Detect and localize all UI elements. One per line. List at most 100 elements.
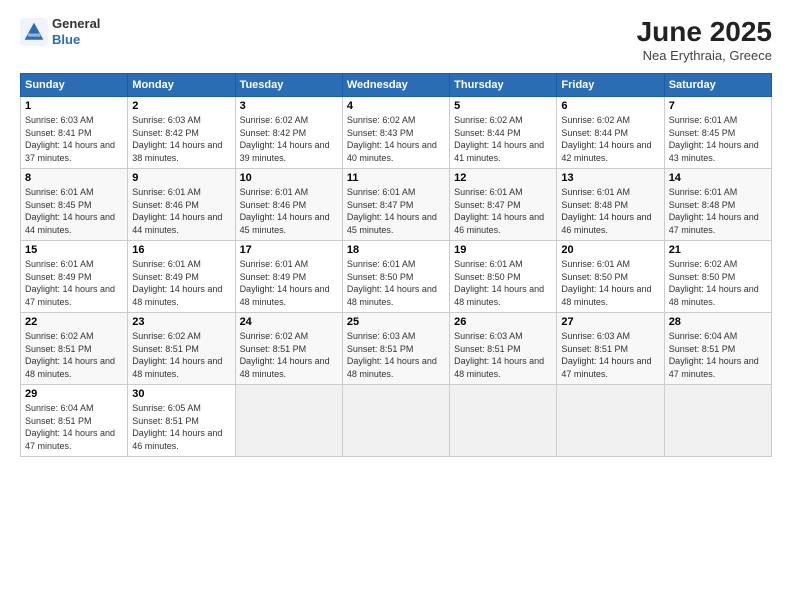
day-content: Sunrise: 6:02 AMSunset: 8:44 PMDaylight:… [561,114,659,164]
calendar-cell: 26 Sunrise: 6:03 AMSunset: 8:51 PMDayligh… [450,313,557,385]
day-content: Sunrise: 6:05 AMSunset: 8:51 PMDaylight:… [132,402,230,452]
calendar-cell: 2 Sunrise: 6:03 AMSunset: 8:42 PMDaylight… [128,97,235,169]
day-number: 26 [454,316,552,328]
day-content: Sunrise: 6:01 AMSunset: 8:49 PMDaylight:… [240,258,338,308]
day-number: 9 [132,172,230,184]
calendar-cell: 21 Sunrise: 6:02 AMSunset: 8:50 PMDayligh… [664,241,771,313]
weekday-header-saturday: Saturday [664,74,771,97]
day-number: 6 [561,100,659,112]
weekday-header-row: SundayMondayTuesdayWednesdayThursdayFrid… [21,74,772,97]
day-number: 1 [25,100,123,112]
calendar-cell: 25 Sunrise: 6:03 AMSunset: 8:51 PMDayligh… [342,313,449,385]
calendar-cell [450,385,557,457]
calendar-cell: 5 Sunrise: 6:02 AMSunset: 8:44 PMDaylight… [450,97,557,169]
day-content: Sunrise: 6:01 AMSunset: 8:50 PMDaylight:… [454,258,552,308]
day-number: 22 [25,316,123,328]
calendar-cell: 8 Sunrise: 6:01 AMSunset: 8:45 PMDaylight… [21,169,128,241]
day-content: Sunrise: 6:01 AMSunset: 8:46 PMDaylight:… [132,186,230,236]
day-content: Sunrise: 6:03 AMSunset: 8:42 PMDaylight:… [132,114,230,164]
calendar-cell: 14Sunrise: 6:01 AMSunset: 8:48 PMDayligh… [664,169,771,241]
day-content: Sunrise: 6:02 AMSunset: 8:44 PMDaylight:… [454,114,552,164]
header: General Blue June 2025 Nea Erythraia, Gr… [20,16,772,63]
calendar-cell: 27 Sunrise: 6:03 AMSunset: 8:51 PMDayligh… [557,313,664,385]
calendar-cell: 24 Sunrise: 6:02 AMSunset: 8:51 PMDayligh… [235,313,342,385]
calendar-cell: 6 Sunrise: 6:02 AMSunset: 8:44 PMDaylight… [557,97,664,169]
week-row-2: 8 Sunrise: 6:01 AMSunset: 8:45 PMDaylight… [21,169,772,241]
day-content: Sunrise: 6:04 AMSunset: 8:51 PMDaylight:… [669,330,767,380]
calendar-cell: 16Sunrise: 6:01 AMSunset: 8:49 PMDayligh… [128,241,235,313]
logo: General Blue [20,16,100,47]
day-number: 10 [240,172,338,184]
day-content: Sunrise: 6:01 AMSunset: 8:47 PMDaylight:… [347,186,445,236]
day-number: 20 [561,244,659,256]
day-number: 27 [561,316,659,328]
day-number: 8 [25,172,123,184]
day-content: Sunrise: 6:03 AMSunset: 8:51 PMDaylight:… [454,330,552,380]
day-content: Sunrise: 6:02 AMSunset: 8:42 PMDaylight:… [240,114,338,164]
day-content: Sunrise: 6:01 AMSunset: 8:46 PMDaylight:… [240,186,338,236]
logo-line2: Blue [52,32,100,48]
day-content: Sunrise: 6:01 AMSunset: 8:45 PMDaylight:… [25,186,123,236]
calendar-cell: 15Sunrise: 6:01 AMSunset: 8:49 PMDayligh… [21,241,128,313]
calendar-cell: 13Sunrise: 6:01 AMSunset: 8:48 PMDayligh… [557,169,664,241]
day-number: 28 [669,316,767,328]
day-number: 15 [25,244,123,256]
day-content: Sunrise: 6:02 AMSunset: 8:51 PMDaylight:… [132,330,230,380]
calendar-cell: 7 Sunrise: 6:01 AMSunset: 8:45 PMDaylight… [664,97,771,169]
calendar-cell: 29 Sunrise: 6:04 AMSunset: 8:51 PMDayligh… [21,385,128,457]
calendar-cell: 11Sunrise: 6:01 AMSunset: 8:47 PMDayligh… [342,169,449,241]
calendar-cell: 12Sunrise: 6:01 AMSunset: 8:47 PMDayligh… [450,169,557,241]
calendar-cell: 1 Sunrise: 6:03 AMSunset: 8:41 PMDaylight… [21,97,128,169]
week-row-4: 22 Sunrise: 6:02 AMSunset: 8:51 PMDayligh… [21,313,772,385]
day-number: 23 [132,316,230,328]
calendar-cell: 18Sunrise: 6:01 AMSunset: 8:50 PMDayligh… [342,241,449,313]
day-content: Sunrise: 6:02 AMSunset: 8:43 PMDaylight:… [347,114,445,164]
calendar-cell [342,385,449,457]
day-number: 5 [454,100,552,112]
day-content: Sunrise: 6:03 AMSunset: 8:51 PMDaylight:… [347,330,445,380]
day-content: Sunrise: 6:03 AMSunset: 8:41 PMDaylight:… [25,114,123,164]
page: General Blue June 2025 Nea Erythraia, Gr… [0,0,792,612]
day-number: 4 [347,100,445,112]
day-content: Sunrise: 6:03 AMSunset: 8:51 PMDaylight:… [561,330,659,380]
calendar-cell: 19Sunrise: 6:01 AMSunset: 8:50 PMDayligh… [450,241,557,313]
day-number: 21 [669,244,767,256]
day-number: 17 [240,244,338,256]
weekday-header-thursday: Thursday [450,74,557,97]
day-content: Sunrise: 6:02 AMSunset: 8:50 PMDaylight:… [669,258,767,308]
day-content: Sunrise: 6:01 AMSunset: 8:47 PMDaylight:… [454,186,552,236]
week-row-1: 1 Sunrise: 6:03 AMSunset: 8:41 PMDaylight… [21,97,772,169]
logo-icon [20,18,48,46]
weekday-header-tuesday: Tuesday [235,74,342,97]
logo-line1: General [52,16,100,32]
day-number: 24 [240,316,338,328]
day-content: Sunrise: 6:01 AMSunset: 8:45 PMDaylight:… [669,114,767,164]
calendar-cell: 9 Sunrise: 6:01 AMSunset: 8:46 PMDaylight… [128,169,235,241]
day-content: Sunrise: 6:02 AMSunset: 8:51 PMDaylight:… [25,330,123,380]
calendar-cell: 3Sunrise: 6:02 AMSunset: 8:42 PMDaylight… [235,97,342,169]
day-content: Sunrise: 6:04 AMSunset: 8:51 PMDaylight:… [25,402,123,452]
calendar-table: SundayMondayTuesdayWednesdayThursdayFrid… [20,73,772,457]
calendar-cell: 10 Sunrise: 6:01 AMSunset: 8:46 PMDayligh… [235,169,342,241]
calendar-cell: 28 Sunrise: 6:04 AMSunset: 8:51 PMDayligh… [664,313,771,385]
month-year: June 2025 [637,16,772,48]
weekday-header-friday: Friday [557,74,664,97]
calendar-cell [557,385,664,457]
day-content: Sunrise: 6:01 AMSunset: 8:50 PMDaylight:… [561,258,659,308]
weekday-header-monday: Monday [128,74,235,97]
calendar-cell: 4 Sunrise: 6:02 AMSunset: 8:43 PMDaylight… [342,97,449,169]
day-number: 18 [347,244,445,256]
day-content: Sunrise: 6:02 AMSunset: 8:51 PMDaylight:… [240,330,338,380]
title-block: June 2025 Nea Erythraia, Greece [637,16,772,63]
calendar-cell: 30Sunrise: 6:05 AMSunset: 8:51 PMDayligh… [128,385,235,457]
day-number: 16 [132,244,230,256]
day-number: 29 [25,388,123,400]
week-row-5: 29 Sunrise: 6:04 AMSunset: 8:51 PMDayligh… [21,385,772,457]
weekday-header-wednesday: Wednesday [342,74,449,97]
day-number: 25 [347,316,445,328]
day-number: 7 [669,100,767,112]
calendar-cell: 22 Sunrise: 6:02 AMSunset: 8:51 PMDayligh… [21,313,128,385]
day-number: 2 [132,100,230,112]
day-content: Sunrise: 6:01 AMSunset: 8:48 PMDaylight:… [669,186,767,236]
calendar-cell: 23 Sunrise: 6:02 AMSunset: 8:51 PMDayligh… [128,313,235,385]
